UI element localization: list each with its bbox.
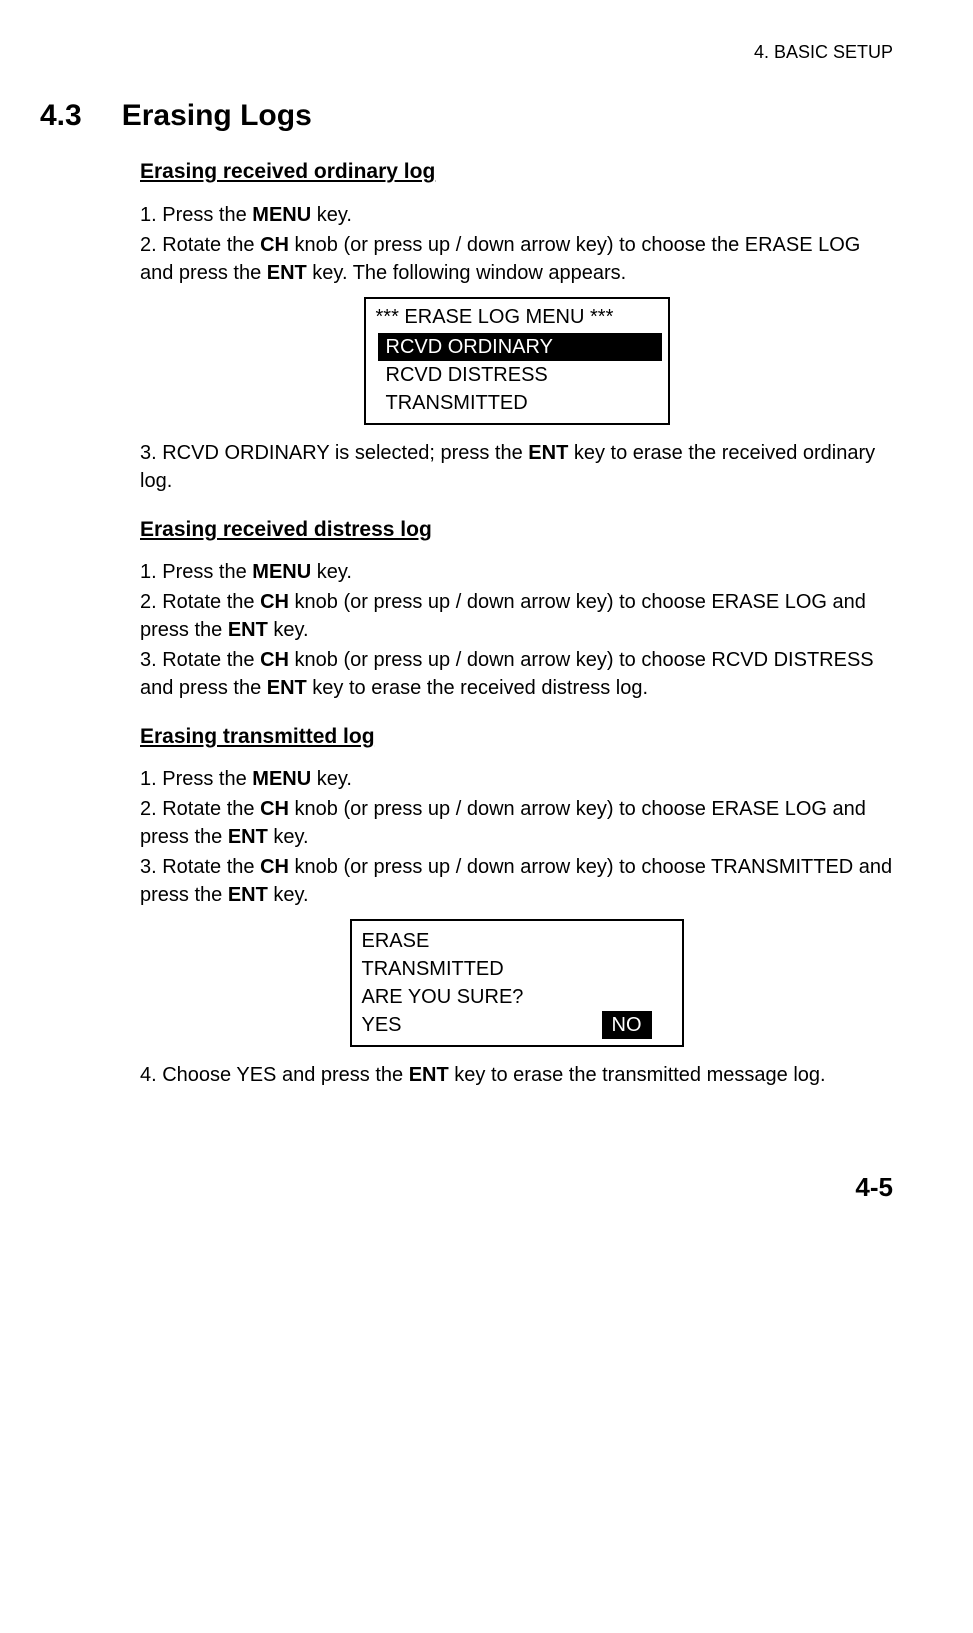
section-number: 4.3 [40, 95, 82, 137]
sub1-step3: 3. RCVD ORDINARY is selected; press the … [140, 439, 893, 495]
subsection-transmitted: Erasing transmitted log [140, 722, 893, 751]
subsection-ordinary: Erasing received ordinary log [140, 157, 893, 186]
sub2-step3: 3. Rotate the CH knob (or press up / dow… [140, 646, 893, 702]
chapter-header: 4. BASIC SETUP [40, 40, 893, 65]
sub3-step3: 3. Rotate the CH knob (or press up / dow… [140, 853, 893, 909]
confirm-line3: ARE YOU SURE? [362, 983, 672, 1011]
page-number: 4-5 [40, 1169, 893, 1205]
erase-log-menu: *** ERASE LOG MENU *** RCVD ORDINARY RCV… [364, 297, 670, 425]
menu-item-rcvd-ordinary: RCVD ORDINARY [378, 333, 662, 361]
menu-title: *** ERASE LOG MENU *** [372, 303, 662, 331]
sub2-step2: 2. Rotate the CH knob (or press up / dow… [140, 588, 893, 644]
section-title: Erasing Logs [122, 99, 312, 132]
menu-item-rcvd-distress: RCVD DISTRESS [372, 361, 662, 389]
sub3-step2: 2. Rotate the CH knob (or press up / dow… [140, 795, 893, 851]
sub3-step1: 1. Press the MENU key. [140, 765, 893, 793]
confirm-no: NO [602, 1011, 652, 1039]
confirm-line2: TRANSMITTED [362, 955, 672, 983]
confirm-dialog: ERASE TRANSMITTED ARE YOU SURE? YES NO [350, 919, 684, 1047]
content-body: Erasing received ordinary log 1. Press t… [140, 157, 893, 1089]
confirm-line1: ERASE [362, 927, 672, 955]
sub1-step1: 1. Press the MENU key. [140, 201, 893, 229]
section-title-row: 4.3 Erasing Logs [40, 95, 893, 137]
subsection-distress: Erasing received distress log [140, 515, 893, 544]
sub3-step4: 4. Choose YES and press the ENT key to e… [140, 1061, 893, 1089]
sub1-step2: 2. Rotate the CH knob (or press up / dow… [140, 231, 893, 287]
confirm-yes: YES [362, 1011, 402, 1039]
sub2-step1: 1. Press the MENU key. [140, 558, 893, 586]
menu-item-transmitted: TRANSMITTED [372, 389, 662, 417]
